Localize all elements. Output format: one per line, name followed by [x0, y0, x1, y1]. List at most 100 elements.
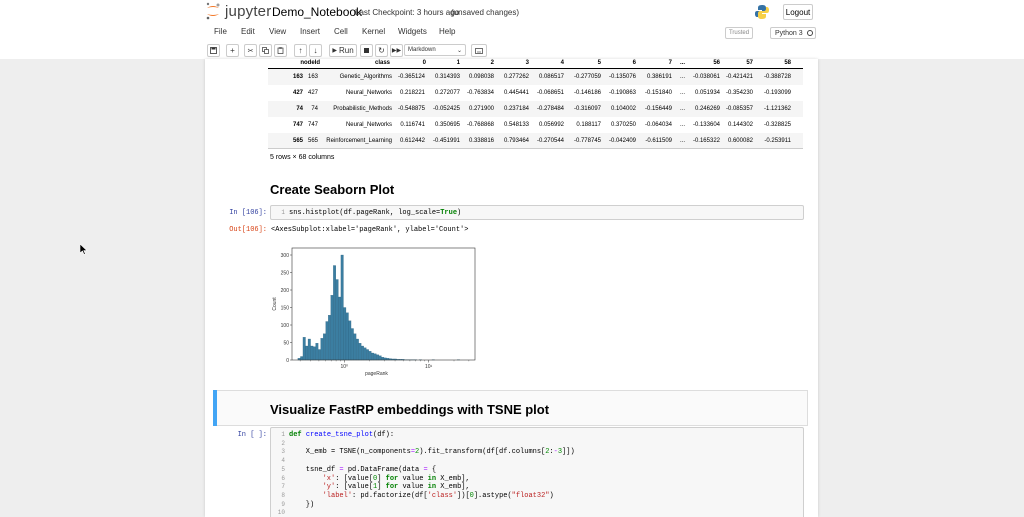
paste-button[interactable] [274, 44, 287, 57]
table-cell: Neural_Networks [345, 122, 392, 128]
jupyter-logo[interactable]: jupyter [205, 2, 271, 20]
code-keyword: True [440, 209, 458, 217]
menu-widgets[interactable]: Widgets [398, 27, 427, 36]
code-cell-editor[interactable]: 1 def create_tsne_plot(df): 2 3 X_emb = TSN… [270, 427, 804, 517]
table-cell: ... [679, 138, 685, 144]
code-token: ] [377, 483, 386, 492]
histogram-bar [320, 338, 324, 361]
command-palette-button[interactable] [471, 44, 487, 57]
move-down-button[interactable]: ↓ [309, 44, 322, 57]
insert-cell-button[interactable]: + [226, 44, 239, 57]
histogram-bar [333, 265, 336, 361]
histogram-bar [318, 349, 321, 361]
histogram-bar [312, 346, 316, 361]
code-token: X_emb = TSNE(n_components [289, 448, 411, 457]
menu-insert[interactable]: Insert [300, 27, 320, 36]
run-button[interactable]: ▶ Run [329, 44, 357, 57]
arrow-down-icon: ↓ [313, 46, 318, 55]
code-token: ) [549, 491, 554, 500]
table-row-index: 74 [296, 106, 303, 112]
code-token: }) [289, 500, 315, 509]
code-text: ) [457, 209, 462, 217]
histogram-bar [371, 352, 374, 361]
unsaved-status: (unsaved changes) [451, 8, 520, 17]
copy-button[interactable] [259, 44, 272, 57]
df-col-header: 4 [560, 60, 564, 66]
code-token: 'x' [322, 474, 336, 483]
table-cell: 0.386191 [646, 74, 672, 80]
menu-edit[interactable]: Edit [241, 27, 255, 36]
x-tick-label: 10¹ [425, 364, 433, 370]
python-logo-icon [755, 5, 769, 19]
notebook-header: jupyter Demo_Notebook Last Checkpoint: 3… [0, 0, 1024, 24]
output-prompt: Out[106]: [229, 226, 267, 234]
table-row: 747 747 Neural_Networks 0.116741 0.350695 -0.… [268, 117, 803, 133]
jupyter-logo-icon [206, 2, 220, 20]
table-cell: 0.116741 [400, 122, 425, 128]
table-cell: -0.763834 [466, 90, 494, 96]
code-line: tsne_df = pd.DataFrame(data = { [289, 466, 436, 474]
table-cell: ... [679, 74, 685, 80]
histogram-bar [373, 353, 377, 361]
restart-button[interactable]: ↻ [375, 44, 388, 57]
table-cell: 0.098038 [468, 74, 494, 80]
code-token: pd.DataFrame(data [343, 465, 424, 474]
histogram-bar [363, 347, 367, 361]
table-cell: -0.253911 [764, 138, 791, 144]
table-cell: -0.038061 [692, 74, 720, 80]
run-label: Run [338, 46, 354, 55]
df-col-header: 58 [784, 60, 791, 66]
kernel-indicator: Python 3 [770, 27, 816, 39]
table-cell: -0.277059 [573, 74, 601, 80]
notebook-name[interactable]: Demo_Notebook [272, 5, 362, 19]
code-token: X_emb], [436, 483, 470, 492]
menu-view[interactable]: View [269, 27, 286, 36]
menu-kernel[interactable]: Kernel [362, 27, 385, 36]
y-tick-label: 150 [281, 305, 290, 311]
table-cell: 0.086517 [538, 74, 564, 80]
table-cell: 0.056992 [538, 122, 564, 128]
toolbar: + ✂ ↑ ↓ ▶ Run ↻ ▶▶ [0, 41, 1024, 59]
code-token: ].astype( [473, 491, 512, 500]
cut-button[interactable]: ✂ [244, 44, 257, 57]
histogram-bar [383, 357, 387, 361]
heading-create-seaborn-plot: Create Seaborn Plot [270, 182, 395, 197]
move-up-button[interactable]: ↑ [294, 44, 307, 57]
line-number: 9 [281, 500, 285, 508]
interrupt-button[interactable] [360, 44, 373, 57]
table-cell: -0.365124 [397, 74, 425, 80]
restart-run-all-button[interactable]: ▶▶ [390, 44, 403, 57]
y-tick-label: 100 [281, 323, 290, 329]
table-row: 565 565 Reinforcement_Learning 0.612442 -0.4… [268, 133, 803, 149]
save-button[interactable] [207, 44, 220, 57]
menu-file[interactable]: File [214, 27, 227, 36]
output-text: <AxesSubplot:xlabel='pageRank', ylabel='… [271, 226, 469, 234]
table-cell: Genetic_Algorithms [339, 74, 392, 80]
code-token: value [398, 483, 428, 492]
input-prompt: In [106]: [229, 209, 267, 217]
df-horizontal-scrollbar[interactable] [268, 148, 803, 149]
code-token: ])[ [457, 491, 470, 500]
menu-help[interactable]: Help [439, 27, 455, 36]
histogram-bar [315, 343, 319, 361]
histogram-bar [323, 333, 326, 361]
line-number: 1 [281, 209, 285, 216]
df-col-header: class [374, 60, 390, 66]
trusted-indicator[interactable]: Trusted [725, 27, 753, 39]
menu-cell[interactable]: Cell [334, 27, 348, 36]
table-row-index: 565 [292, 138, 303, 144]
table-cell: 427 [307, 90, 318, 96]
code-cell-editor[interactable]: 1 sns.histplot(df.pageRank, log_scale=Tr… [270, 205, 804, 220]
code-token: ).fit_transform(df[df.columns[ [419, 448, 546, 457]
histogram-bar [368, 351, 372, 361]
line-number: 6 [281, 474, 285, 482]
table-cell: 0.612442 [399, 138, 425, 144]
table-row-index: 163 [292, 74, 303, 80]
logout-button[interactable]: Logout [783, 4, 813, 20]
code-token: in [427, 474, 437, 483]
histogram-bar [302, 337, 306, 361]
cell-type-select[interactable]: Markdown ⌄ [404, 44, 466, 56]
table-cell: -0.548875 [397, 106, 425, 112]
